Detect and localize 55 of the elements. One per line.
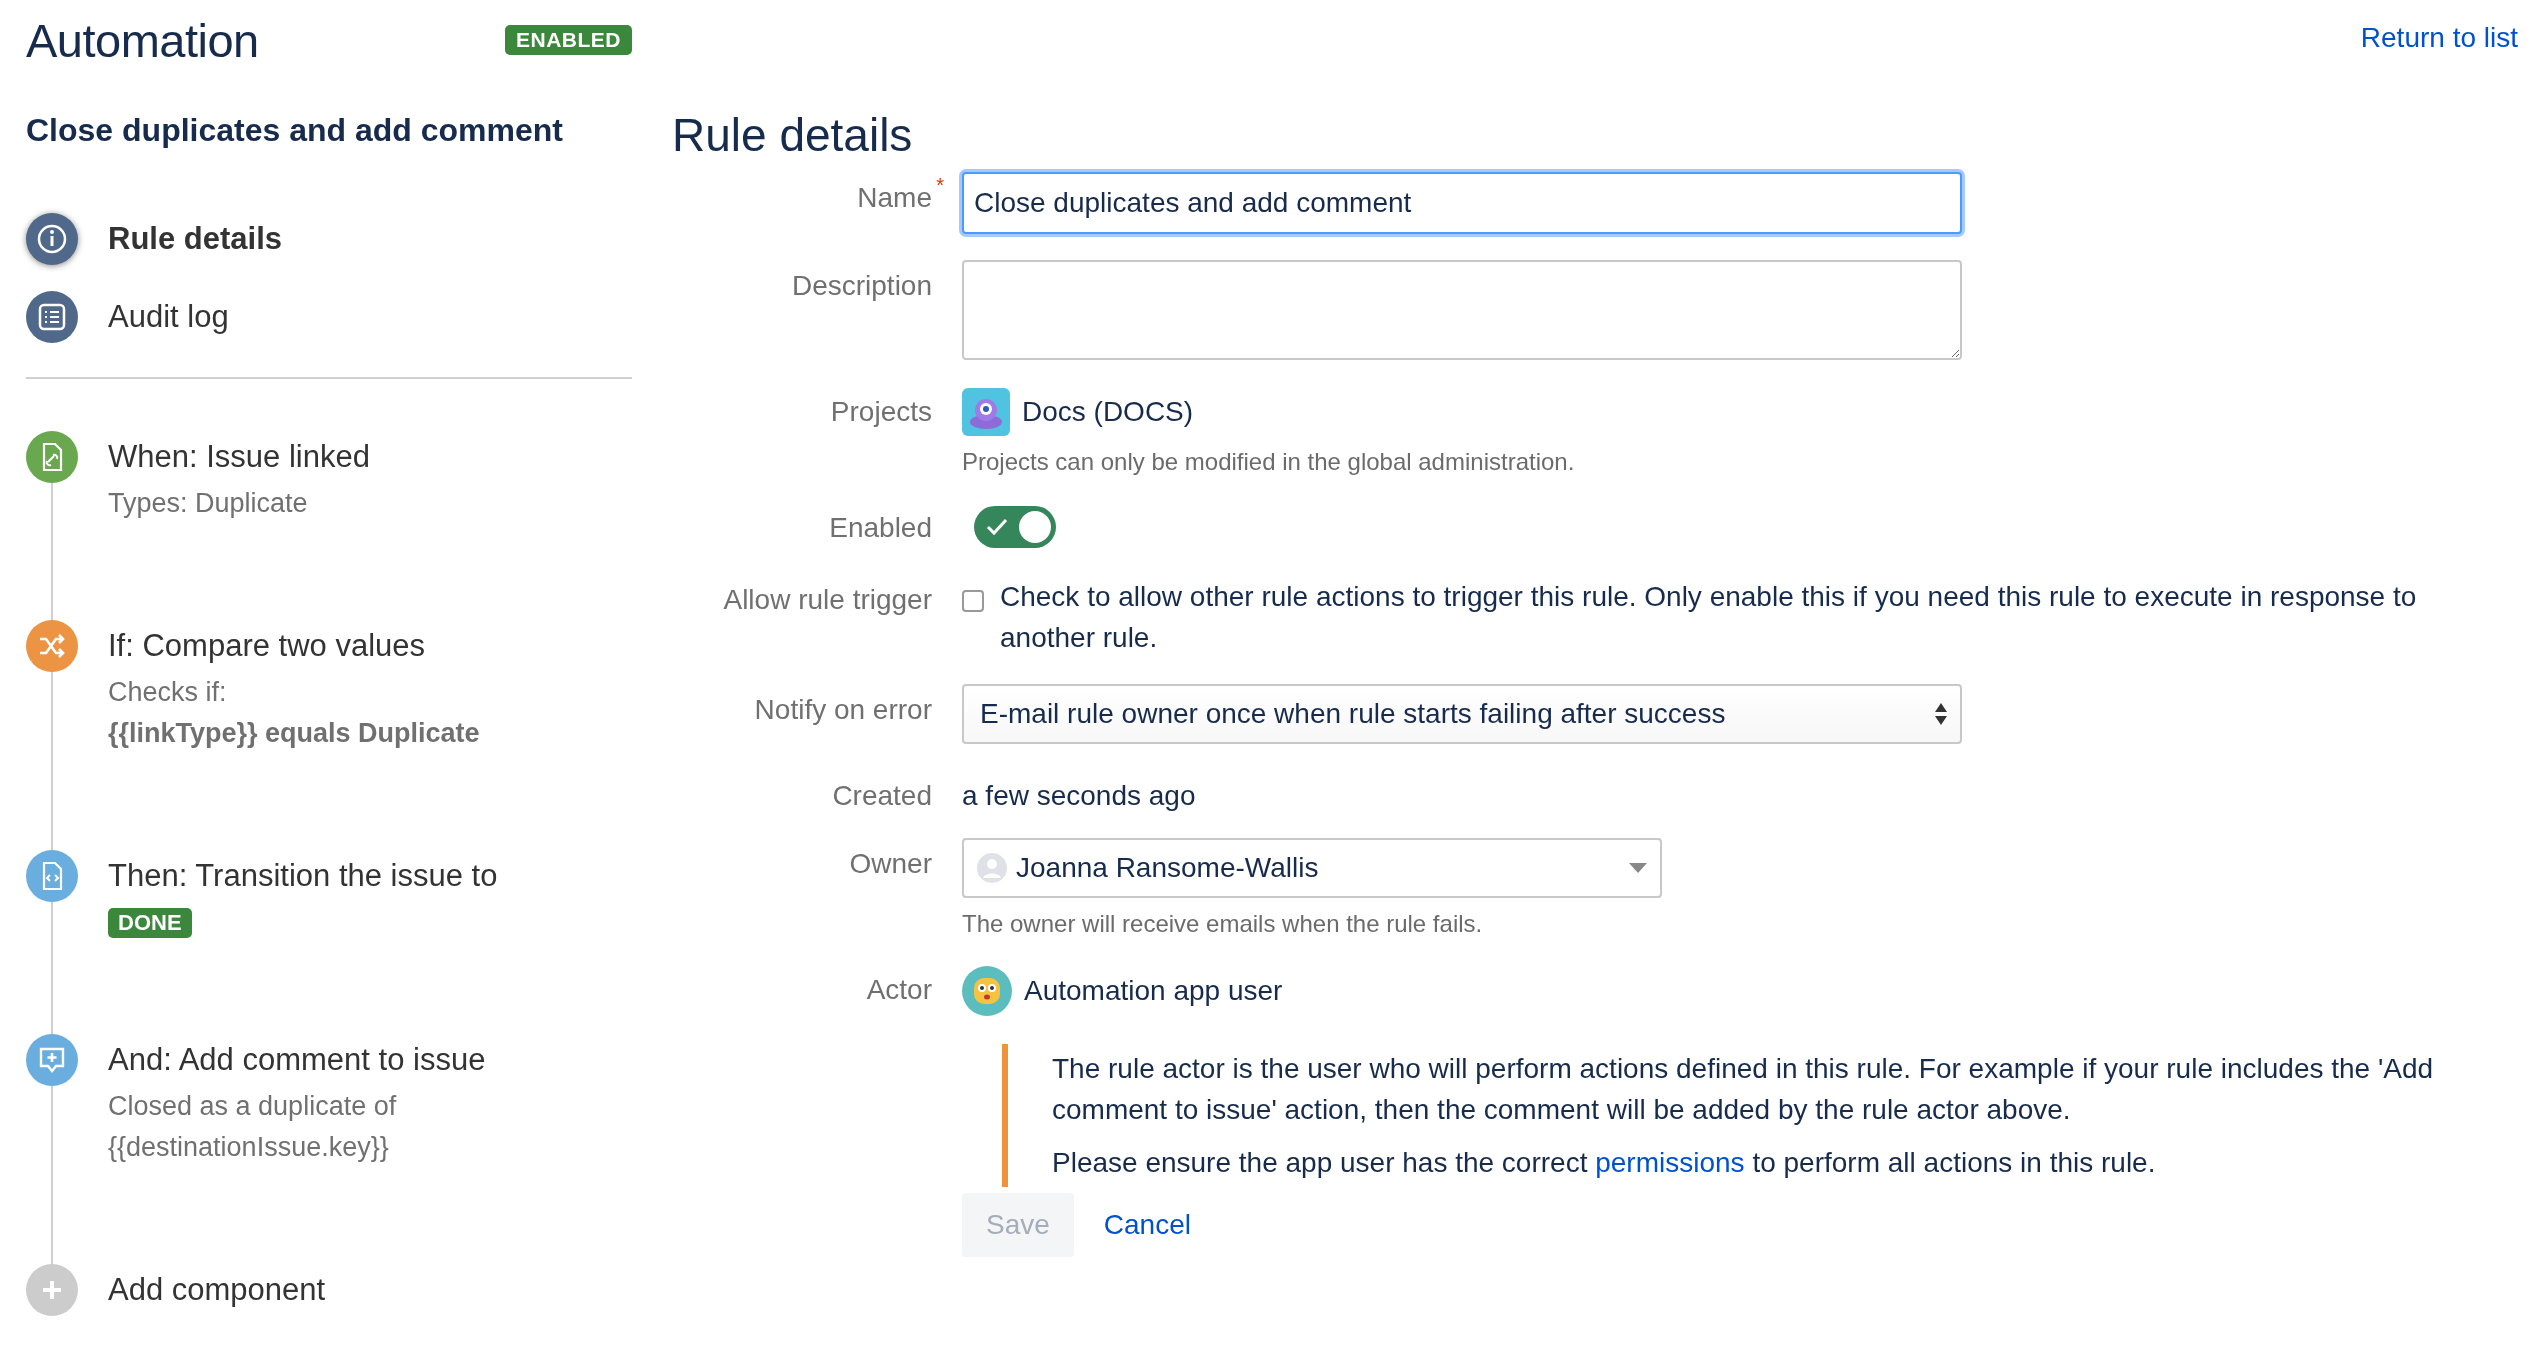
component-detail: {{destinationIssue.key}} (108, 1131, 390, 1164)
project-name: Docs (DOCS) (1022, 396, 1194, 428)
field-label: Notify on error (753, 693, 932, 727)
notify-select[interactable]: E-mail rule owner once when rule starts failing after success (962, 684, 1962, 744)
section-heading: Rule details (672, 108, 914, 162)
check-icon (986, 517, 1008, 537)
field-hint: The owner will receive emails when the rule fails. (962, 910, 1483, 938)
info-icon (26, 213, 78, 265)
rule-name: Close duplicates and add comment (26, 112, 564, 149)
permissions-link[interactable]: permissions (1595, 1147, 1745, 1178)
description-input[interactable] (962, 260, 1962, 360)
component-title[interactable]: When: Issue linked (108, 431, 370, 483)
field-label: Allow rule trigger (722, 583, 932, 617)
file-code-icon (26, 850, 78, 902)
field-label: Created (831, 779, 932, 812)
enabled-toggle[interactable] (974, 506, 1056, 548)
nav-item[interactable]: Audit log (26, 291, 632, 343)
component-detail: Closed as a duplicate of (108, 1090, 398, 1123)
component-detail: Checks if: (108, 676, 228, 709)
project-avatar-icon (962, 388, 1010, 436)
note-text: Please ensure the app user has the correct permissions to perform all actions in this rule. (1052, 1146, 2157, 1180)
caret-icon (1628, 862, 1648, 874)
user-icon (976, 852, 1008, 884)
page-title: Automation (26, 12, 259, 68)
status-badge: ENABLED (505, 25, 632, 55)
checkbox[interactable] (962, 590, 984, 612)
checkbox-label: Check to allow other rule actions to trigger this rule. Only enable this if you need this rule to execute in response to another rule. (1000, 580, 2418, 655)
note-text: The rule actor is the user who will perform actions defined in this rule. For example if your rule includes the 'Add comment to issue' action, then the comment will be added by the rule actor above. (1052, 1052, 2435, 1127)
list-icon (26, 291, 78, 343)
field-label: Description (790, 269, 932, 303)
field-hint: Projects can only be modified in the global administration. (962, 448, 1575, 476)
return-link[interactable]: Return to list (2360, 22, 2518, 54)
name-input[interactable]: Close duplicates and add comment (962, 172, 1962, 234)
shuffle-icon (26, 620, 78, 672)
status-lozenge: DONE (108, 908, 192, 938)
sort-arrows-icon (1934, 701, 1948, 727)
component-title[interactable]: Add component (108, 1264, 326, 1316)
component-detail: {{linkType}} equals Duplicate (108, 717, 480, 750)
field-label: Owner (848, 847, 932, 881)
owner-select[interactable]: Joanna Ransome-Wallis (962, 838, 1662, 898)
field-label: Actor (865, 973, 932, 1007)
component-title[interactable]: Then: Transition the issue to (108, 850, 498, 902)
component-detail: Types: Duplicate (108, 487, 309, 520)
file-link-icon (26, 431, 78, 483)
component-title[interactable]: And: Add comment to issue (108, 1034, 486, 1086)
required-marker: * (936, 174, 944, 197)
created-value: a few seconds ago (962, 779, 1196, 812)
actor-name: Automation app user (1024, 975, 1283, 1007)
field-label: Projects (829, 395, 932, 429)
cancel-link[interactable]: Cancel (1097, 1208, 1197, 1242)
component-title[interactable]: If: Compare two values (108, 620, 480, 672)
field-label: Enabled (828, 511, 932, 545)
nav-item[interactable]: Rule details (26, 213, 632, 265)
comment-plus-icon (26, 1034, 78, 1086)
cartoon-avatar-icon (962, 966, 1012, 1016)
